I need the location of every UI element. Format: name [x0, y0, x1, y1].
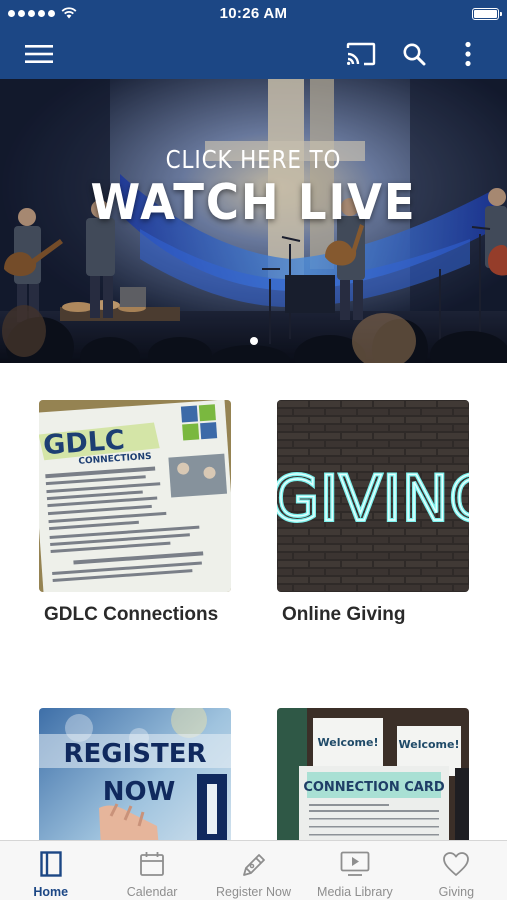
tab-label: Media Library: [317, 885, 393, 899]
tab-label: Home: [33, 885, 69, 899]
neon-sign-core: GIVING: [277, 462, 469, 535]
tab-label: Calendar: [126, 885, 178, 899]
tab-media-library[interactable]: Media Library: [304, 841, 405, 900]
tab-calendar[interactable]: Calendar: [101, 841, 202, 900]
pager-dot[interactable]: [249, 337, 258, 345]
tile-register-now[interactable]: REGISTER NOW: [39, 708, 231, 840]
tab-giving[interactable]: Giving: [406, 841, 507, 900]
register-now-image: REGISTER NOW: [39, 708, 231, 840]
app-bar: [0, 28, 507, 79]
register-art-line2: NOW: [103, 777, 176, 807]
home-book-icon: [40, 851, 62, 877]
status-time: 10:26 AM: [219, 5, 288, 22]
more-options-button[interactable]: [451, 37, 485, 71]
tile-label: GDLC Connections: [44, 604, 219, 625]
search-button[interactable]: [397, 37, 431, 71]
tab-label: Giving: [438, 885, 475, 899]
calendar-icon: [140, 852, 165, 876]
register-art-line1: REGISTER: [63, 739, 206, 769]
tile-gdlc-connections[interactable]: GDLC CONNECTIONS GDLC Connections: [39, 400, 231, 630]
card-title: CONNECTION CARD: [303, 780, 445, 795]
pen-icon: [242, 854, 265, 876]
online-giving-image: GIVING GIVING: [277, 400, 469, 592]
cast-button[interactable]: [344, 37, 378, 71]
gdlc-connections-image: GDLC CONNECTIONS: [39, 400, 231, 592]
tab-register-now[interactable]: Register Now: [203, 841, 304, 900]
welcome-sign-2: Welcome!: [399, 738, 460, 751]
welcome-sign-1: Welcome!: [318, 736, 379, 749]
hero-subtitle: CLICK HERE TO: [165, 145, 342, 174]
tile-label: Online Giving: [282, 604, 406, 625]
play-screen-icon: [340, 851, 370, 876]
cast-icon: [346, 42, 376, 66]
tile-online-giving[interactable]: GIVING GIVING Online Giving: [277, 400, 469, 630]
bottom-tab-bar: Home Calendar Register Now Media Library: [0, 840, 507, 900]
hero-title: WATCH LIVE: [90, 174, 417, 231]
search-icon: [403, 43, 426, 66]
connection-card-image: Welcome! Welcome! CONNECTION CARD: [277, 708, 469, 840]
heart-icon: [443, 852, 470, 876]
more-vertical-icon: [465, 41, 471, 67]
battery-icon: [472, 8, 502, 20]
carousel-pager: [0, 337, 507, 345]
status-bar: 10:26 AM: [0, 0, 507, 28]
menu-icon: [25, 45, 53, 63]
tab-label: Register Now: [216, 885, 292, 899]
tile-connection-card[interactable]: Welcome! Welcome! CONNECTION CARD: [277, 708, 469, 840]
tab-home[interactable]: Home: [0, 841, 101, 900]
menu-button[interactable]: [22, 37, 56, 71]
watch-live-banner[interactable]: CLICK HERE TO WATCH LIVE: [0, 79, 507, 363]
